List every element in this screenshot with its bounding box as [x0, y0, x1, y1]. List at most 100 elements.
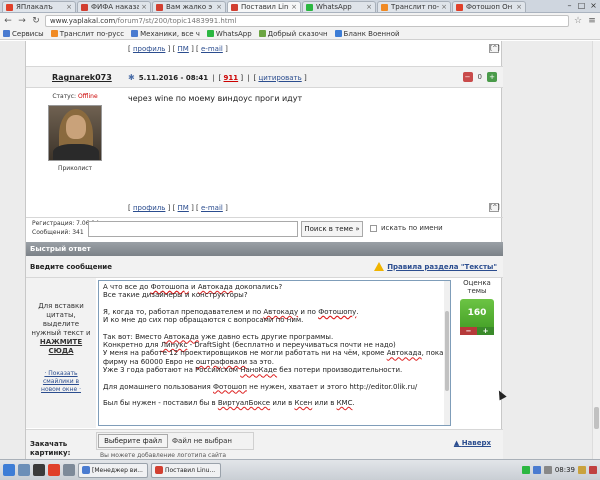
- browser-tab[interactable]: ФИФА наказа ×: [77, 1, 151, 12]
- reload-icon[interactable]: ↻: [31, 16, 41, 26]
- bookmark-label: Механики, все ч: [140, 29, 200, 38]
- address-bar[interactable]: www.yaplakal.com/forum7/st/200/topic1483…: [45, 14, 569, 27]
- bookmark-item[interactable]: WhatsApp: [206, 29, 252, 38]
- bookmark-label: WhatsApp: [215, 29, 252, 38]
- maximize-icon[interactable]: □: [577, 1, 586, 10]
- close-tab-icon[interactable]: ×: [141, 3, 147, 11]
- browser-tab[interactable]: Поставил Linu ×: [227, 1, 301, 12]
- rate-down-icon[interactable]: −: [462, 72, 473, 82]
- file-manager-icon[interactable]: [18, 464, 30, 476]
- close-tab-icon[interactable]: ×: [216, 3, 222, 11]
- scrollbar-thumb[interactable]: [594, 407, 599, 429]
- browser-launcher-icon[interactable]: [48, 464, 60, 476]
- tab-label: ЯПлакалъ: [16, 3, 53, 11]
- page-scrollbar[interactable]: [592, 41, 600, 459]
- tab-favicon-icon: [381, 3, 388, 11]
- browser-tab[interactable]: WhatsApp ×: [302, 1, 376, 12]
- search-input[interactable]: [88, 221, 298, 237]
- browser-tab[interactable]: Фотошоп Он ×: [452, 1, 526, 12]
- message-textarea[interactable]: А что все до Фотошопа и Автокада докопал…: [98, 280, 451, 426]
- insert-quote-link-2[interactable]: СЮДА: [26, 347, 96, 356]
- task-label: Поставил Linu...: [165, 466, 216, 474]
- menu-icon[interactable]: ≡: [587, 16, 597, 26]
- close-tab-icon[interactable]: ×: [291, 3, 297, 11]
- minimize-icon[interactable]: –: [565, 1, 574, 10]
- rate-up-icon[interactable]: +: [487, 72, 497, 82]
- url-path: /forum7/st/200/topic1483991.html: [115, 16, 237, 25]
- back-icon[interactable]: ←: [3, 16, 13, 26]
- textarea-line: Конкретно для Линукс - DraftSight (беспл…: [103, 341, 396, 350]
- browser-tab[interactable]: Вам жалко э ×: [152, 1, 226, 12]
- profile-link[interactable]: профиль: [133, 45, 165, 53]
- section-rules-link[interactable]: Правила раздела "Тексты": [374, 262, 497, 271]
- start-menu-icon[interactable]: [3, 464, 15, 476]
- terminal-icon[interactable]: [33, 464, 45, 476]
- task-icon: [155, 466, 163, 474]
- clock[interactable]: 08:39: [555, 466, 575, 474]
- insert-quote-link[interactable]: НАЖМИТЕ: [26, 338, 96, 347]
- quote-hint-panel: Для вставки цитаты, выделите нужный текс…: [26, 278, 96, 428]
- close-tab-icon[interactable]: ×: [516, 3, 522, 11]
- compose-label: Введите сообщение: [30, 263, 112, 271]
- bookmark-favicon-icon: [3, 30, 10, 37]
- tab-favicon-icon: [81, 3, 88, 11]
- close-tab-icon[interactable]: ×: [366, 3, 372, 11]
- show-smiles-link[interactable]: · Показать смайлики в новом окне ·: [26, 370, 96, 394]
- vote-up-button[interactable]: +: [477, 327, 494, 335]
- power-icon[interactable]: [589, 466, 597, 474]
- browser-tab[interactable]: Транслит по-р ×: [377, 1, 451, 12]
- search-by-name-checkbox[interactable]: [370, 225, 377, 232]
- browser-tab[interactable]: ЯПлакалъ ×: [2, 1, 76, 12]
- search-button[interactable]: Поиск в теме »: [301, 221, 363, 237]
- back-to-top-link[interactable]: ▲ Наверх: [454, 439, 491, 447]
- scroll-up-button[interactable]: [^]: [489, 203, 500, 212]
- textarea-line: [103, 300, 446, 308]
- bookmark-item[interactable]: Механики, все ч: [131, 30, 200, 38]
- tab-label: Транслит по-р: [391, 3, 440, 11]
- keyboard-layout-icon[interactable]: [578, 466, 586, 474]
- pm-link[interactable]: ПМ: [178, 204, 189, 212]
- vote-down-button[interactable]: −: [460, 327, 477, 335]
- forward-icon[interactable]: →: [17, 16, 27, 26]
- quote-hint: Для вставки цитаты, выделите нужный текс…: [26, 302, 96, 356]
- textarea-line: фирму на 60000 Евро не оштрафовали за эт…: [103, 357, 274, 366]
- volume-icon[interactable]: [543, 466, 552, 474]
- bookmark-label: Сервисы: [12, 29, 44, 38]
- post-number[interactable]: 911: [224, 74, 239, 82]
- choose-file-button[interactable]: Выберите файл: [98, 434, 168, 448]
- post-meta: ✱ 5.11.2016 - 08:41 | [ 911 ] | [ цитиро…: [128, 73, 307, 82]
- quote-link[interactable]: цитировать: [258, 74, 301, 82]
- bookmark-item[interactable]: Транслит по-русс: [50, 30, 124, 38]
- email-link[interactable]: e-mail: [201, 204, 223, 212]
- bookmark-star-icon[interactable]: ☆: [573, 16, 583, 26]
- whatsapp-tray-icon[interactable]: [521, 466, 530, 474]
- task-icon: [82, 466, 90, 474]
- close-tab-icon[interactable]: ×: [66, 3, 72, 11]
- close-window-icon[interactable]: ×: [589, 1, 598, 10]
- desktop-icon[interactable]: [63, 464, 75, 476]
- user-status: Статус: Offline: [52, 93, 98, 100]
- textarea-line: [103, 375, 446, 383]
- taskbar-task[interactable]: Поставил Linu...: [151, 462, 221, 478]
- scroll-up-button[interactable]: [^]: [489, 44, 500, 53]
- bookmark-favicon-icon: [50, 30, 58, 37]
- bookmark-favicon-icon: [206, 30, 214, 37]
- textarea-line: Все такие дизайнеры и конструкторы?: [103, 291, 248, 300]
- close-tab-icon[interactable]: ×: [441, 3, 447, 11]
- author-name[interactable]: Ragnarek073: [52, 73, 112, 82]
- profile-link[interactable]: профиль: [133, 204, 165, 212]
- textarea-line: У меня на работе 12 проектировщиков не м…: [103, 349, 444, 358]
- textarea-line: Уже 3 года работают на Российском НаноКа…: [103, 366, 403, 375]
- tab-label: Вам жалко э: [166, 3, 213, 11]
- textarea-line: А что все до Фотошопа и Автокада докопал…: [103, 283, 283, 291]
- avatar[interactable]: [48, 105, 102, 161]
- textarea-scrollbar[interactable]: [444, 281, 450, 425]
- network-icon[interactable]: [532, 466, 541, 474]
- taskbar-task[interactable]: [Менеджер ви...: [78, 462, 148, 478]
- bookmark-item[interactable]: Бланк Военной: [334, 30, 400, 38]
- email-link[interactable]: e-mail: [201, 45, 223, 53]
- task-label: [Менеджер ви...: [92, 466, 143, 474]
- pm-link[interactable]: ПМ: [178, 45, 189, 53]
- bookmark-item[interactable]: Добрый сказочн: [258, 30, 328, 38]
- bookmark-item[interactable]: Сервисы: [3, 30, 44, 38]
